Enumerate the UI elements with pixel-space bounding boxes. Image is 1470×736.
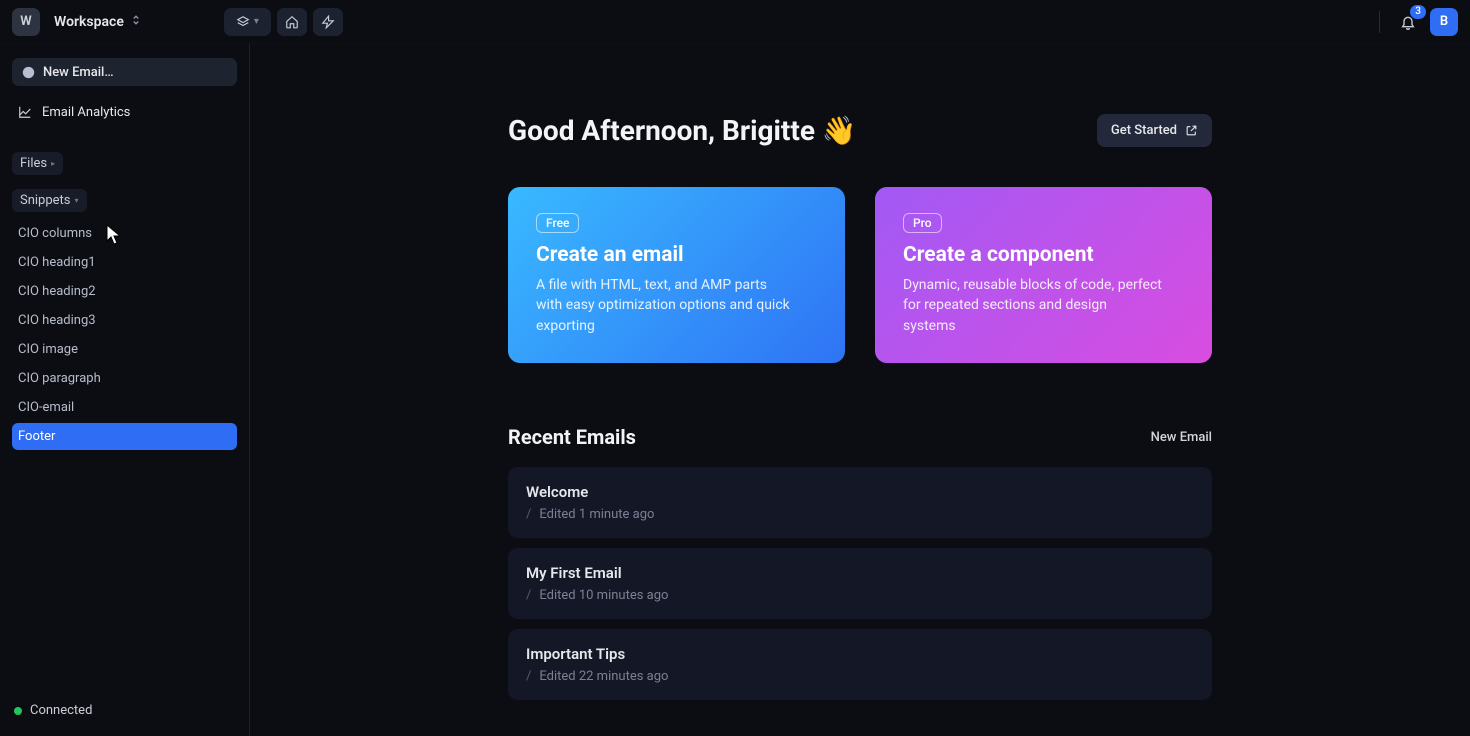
recent-email-item[interactable]: My First Email/Edited 10 minutes ago bbox=[508, 548, 1212, 619]
snippet-item[interactable]: CIO-email bbox=[12, 394, 237, 421]
layers-button[interactable]: ▾ bbox=[224, 8, 271, 36]
snippet-item[interactable]: CIO paragraph bbox=[12, 365, 237, 392]
status-dot-icon bbox=[14, 707, 22, 715]
recent-item-title: Welcome bbox=[526, 483, 1194, 501]
chevron-up-down-icon bbox=[130, 14, 142, 29]
avatar[interactable]: B bbox=[1430, 8, 1458, 36]
snippet-item[interactable]: CIO heading1 bbox=[12, 249, 237, 276]
expand-icon: ▾ bbox=[75, 196, 79, 205]
get-started-label: Get Started bbox=[1111, 123, 1177, 138]
home-button[interactable] bbox=[277, 8, 307, 36]
bolt-button[interactable] bbox=[313, 8, 343, 36]
connection-status: Connected bbox=[12, 699, 237, 722]
create-card[interactable]: Free Create an email A file with HTML, tex… bbox=[508, 187, 845, 363]
recent-new-email-link[interactable]: New Email bbox=[1151, 430, 1212, 445]
create-cards-row: Free Create an email A file with HTML, tex… bbox=[508, 187, 1212, 363]
card-description: A file with HTML, text, and AMP parts wi… bbox=[536, 275, 796, 336]
get-started-button[interactable]: Get Started bbox=[1097, 114, 1212, 147]
recent-item-meta: /Edited 22 minutes ago bbox=[526, 669, 1194, 684]
notifications-button[interactable]: 3 bbox=[1394, 8, 1422, 36]
files-label: Files bbox=[20, 156, 47, 171]
topbar-divider bbox=[1379, 11, 1380, 33]
snippet-item[interactable]: CIO heading2 bbox=[12, 278, 237, 305]
greeting: Good Afternoon, Brigitte 👋 bbox=[508, 114, 857, 147]
external-link-icon bbox=[1185, 124, 1198, 137]
new-email-button[interactable]: New Email… bbox=[12, 58, 237, 86]
snippets-section-toggle[interactable]: Snippets ▾ bbox=[12, 189, 87, 212]
snippet-item[interactable]: CIO image bbox=[12, 336, 237, 363]
workspace-name: Workspace bbox=[54, 14, 124, 30]
recent-emails-heading: Recent Emails bbox=[508, 425, 636, 449]
files-section-toggle[interactable]: Files ▸ bbox=[12, 152, 63, 175]
snippet-item[interactable]: CIO heading3 bbox=[12, 307, 237, 334]
card-tier-pill: Pro bbox=[903, 213, 942, 233]
email-analytics-label: Email Analytics bbox=[42, 105, 130, 120]
snippet-item[interactable]: CIO columns bbox=[12, 220, 237, 247]
recent-item-title: Important Tips bbox=[526, 645, 1194, 663]
create-card[interactable]: Pro Create a component Dynamic, reusable b… bbox=[875, 187, 1212, 363]
chart-icon bbox=[18, 105, 32, 119]
recent-email-item[interactable]: Important Tips/Edited 22 minutes ago bbox=[508, 629, 1212, 700]
workspace-switcher[interactable]: Workspace bbox=[48, 10, 148, 34]
recent-email-item[interactable]: Welcome/Edited 1 minute ago bbox=[508, 467, 1212, 538]
collapse-icon: ▸ bbox=[51, 159, 55, 168]
recent-emails-list: Welcome/Edited 1 minute ago My First Emai… bbox=[508, 467, 1212, 700]
status-label: Connected bbox=[30, 703, 92, 718]
sidebar: New Email… Email Analytics Files ▸ Snipp… bbox=[0, 44, 250, 736]
recent-item-meta: /Edited 1 minute ago bbox=[526, 507, 1194, 522]
snippet-item[interactable]: Footer bbox=[12, 423, 237, 450]
topbar-tool-group: ▾ bbox=[224, 8, 343, 36]
plus-circle-icon bbox=[22, 66, 35, 79]
email-analytics-link[interactable]: Email Analytics bbox=[12, 98, 237, 126]
recent-item-meta: /Edited 10 minutes ago bbox=[526, 588, 1194, 603]
recent-item-title: My First Email bbox=[526, 564, 1194, 582]
main-content: Good Afternoon, Brigitte 👋 Get Started F… bbox=[250, 44, 1470, 736]
snippets-list: CIO columnsCIO heading1CIO heading2CIO h… bbox=[12, 220, 237, 450]
card-title: Create an email bbox=[536, 243, 817, 267]
card-tier-pill: Free bbox=[536, 213, 579, 233]
new-email-label: New Email… bbox=[43, 65, 114, 80]
workspace-badge[interactable]: W bbox=[12, 8, 40, 36]
card-title: Create a component bbox=[903, 243, 1184, 267]
snippets-label: Snippets bbox=[20, 193, 71, 208]
chevron-down-icon: ▾ bbox=[254, 16, 259, 27]
notification-badge: 3 bbox=[1410, 5, 1426, 19]
topbar: W Workspace ▾ 3 B bbox=[0, 0, 1470, 44]
card-description: Dynamic, reusable blocks of code, perfec… bbox=[903, 275, 1163, 336]
